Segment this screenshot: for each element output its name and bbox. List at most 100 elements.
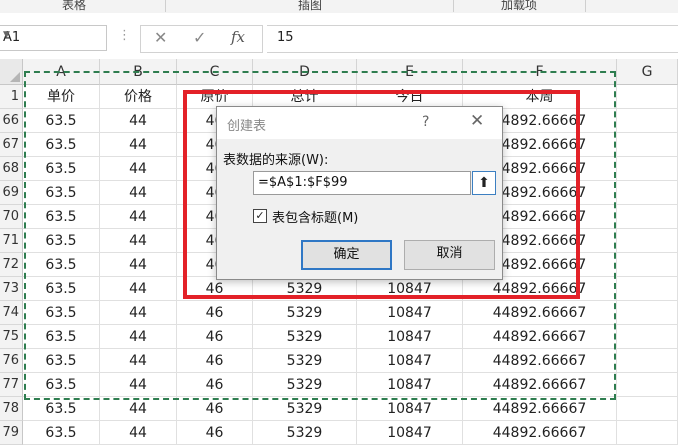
- row-header[interactable]: 75: [0, 325, 23, 349]
- table-cell[interactable]: 5329: [253, 349, 357, 373]
- row-header[interactable]: 72: [0, 253, 23, 277]
- table-cell[interactable]: [617, 277, 678, 301]
- table-cell[interactable]: 63.5: [23, 421, 100, 445]
- table-cell[interactable]: 63.5: [23, 373, 100, 397]
- table-cell[interactable]: 44892.66667: [463, 349, 617, 373]
- table-cell[interactable]: 10847: [357, 373, 463, 397]
- has-headers-label[interactable]: 表包含标题(M): [272, 207, 358, 226]
- table-cell[interactable]: [617, 325, 678, 349]
- header-cell[interactable]: [617, 85, 678, 109]
- table-cell[interactable]: 44: [100, 229, 177, 253]
- range-input[interactable]: =$A$1:$F$99: [253, 171, 471, 195]
- table-cell[interactable]: 63.5: [23, 253, 100, 277]
- table-cell[interactable]: 44: [100, 325, 177, 349]
- table-cell[interactable]: 63.5: [23, 157, 100, 181]
- table-cell[interactable]: 44892.66667: [463, 325, 617, 349]
- table-cell[interactable]: 44892.66667: [463, 397, 617, 421]
- row-header[interactable]: 78: [0, 397, 23, 421]
- table-cell[interactable]: 44: [100, 157, 177, 181]
- table-cell[interactable]: 44: [100, 133, 177, 157]
- table-cell[interactable]: 46: [177, 373, 253, 397]
- table-cell[interactable]: [617, 205, 678, 229]
- table-cell[interactable]: 63.5: [23, 301, 100, 325]
- table-cell[interactable]: 44: [100, 253, 177, 277]
- close-icon[interactable]: ✕: [470, 111, 484, 131]
- table-cell[interactable]: 63.5: [23, 397, 100, 421]
- table-cell[interactable]: 44: [100, 373, 177, 397]
- ok-button[interactable]: 确定: [301, 240, 392, 270]
- table-cell[interactable]: 46: [177, 421, 253, 445]
- table-cell[interactable]: [617, 397, 678, 421]
- table-cell[interactable]: 44: [100, 421, 177, 445]
- table-cell[interactable]: [617, 133, 678, 157]
- has-headers-checkbox[interactable]: ✓: [253, 209, 267, 223]
- column-header-a[interactable]: A: [23, 59, 100, 85]
- table-cell[interactable]: [617, 373, 678, 397]
- table-cell[interactable]: 5329: [253, 373, 357, 397]
- table-cell[interactable]: [617, 253, 678, 277]
- table-cell[interactable]: [617, 421, 678, 445]
- column-header-e[interactable]: E: [357, 59, 463, 85]
- table-cell[interactable]: 5329: [253, 397, 357, 421]
- column-header-g[interactable]: G: [617, 59, 678, 85]
- row-header[interactable]: 68: [0, 157, 23, 181]
- column-header-f[interactable]: F: [463, 59, 617, 85]
- table-cell[interactable]: 63.5: [23, 229, 100, 253]
- column-header-c[interactable]: C: [177, 59, 253, 85]
- cancel-button[interactable]: 取消: [404, 240, 495, 270]
- table-cell[interactable]: 10847: [357, 277, 463, 301]
- table-cell[interactable]: 63.5: [23, 349, 100, 373]
- table-cell[interactable]: [617, 301, 678, 325]
- table-cell[interactable]: [617, 109, 678, 133]
- row-header[interactable]: 76: [0, 349, 23, 373]
- row-header[interactable]: 67: [0, 133, 23, 157]
- row-header[interactable]: 71: [0, 229, 23, 253]
- column-header-d[interactable]: D: [253, 59, 357, 85]
- chevron-down-icon[interactable]: ▼: [3, 30, 100, 40]
- row-header[interactable]: 79: [0, 421, 23, 445]
- table-cell[interactable]: 63.5: [23, 205, 100, 229]
- table-cell[interactable]: [617, 157, 678, 181]
- row-header[interactable]: 1: [0, 85, 23, 109]
- row-header[interactable]: 73: [0, 277, 23, 301]
- formula-input[interactable]: 15: [267, 25, 678, 53]
- enter-icon[interactable]: ✓: [193, 28, 206, 47]
- row-header[interactable]: 70: [0, 205, 23, 229]
- table-cell[interactable]: 63.5: [23, 277, 100, 301]
- row-header[interactable]: 77: [0, 373, 23, 397]
- name-box[interactable]: A1 ▼: [0, 25, 107, 51]
- table-cell[interactable]: 10847: [357, 397, 463, 421]
- cancel-icon[interactable]: ✕: [154, 28, 167, 47]
- table-cell[interactable]: 44: [100, 205, 177, 229]
- table-cell[interactable]: 46: [177, 277, 253, 301]
- help-icon[interactable]: ?: [422, 114, 429, 130]
- header-cell[interactable]: 单价: [23, 85, 100, 109]
- table-cell[interactable]: 5329: [253, 277, 357, 301]
- table-cell[interactable]: 44: [100, 181, 177, 205]
- table-cell[interactable]: [617, 229, 678, 253]
- table-cell[interactable]: 63.5: [23, 325, 100, 349]
- insert-function-icon[interactable]: fx: [231, 28, 245, 46]
- table-cell[interactable]: 63.5: [23, 181, 100, 205]
- row-header[interactable]: 74: [0, 301, 23, 325]
- row-header[interactable]: 69: [0, 181, 23, 205]
- table-cell[interactable]: 10847: [357, 301, 463, 325]
- header-cell[interactable]: 价格: [100, 85, 177, 109]
- table-cell[interactable]: 44: [100, 349, 177, 373]
- table-cell[interactable]: 46: [177, 301, 253, 325]
- table-cell[interactable]: 5329: [253, 325, 357, 349]
- table-cell[interactable]: 46: [177, 397, 253, 421]
- table-cell[interactable]: 10847: [357, 349, 463, 373]
- table-cell[interactable]: [617, 181, 678, 205]
- table-cell[interactable]: 46: [177, 349, 253, 373]
- table-cell[interactable]: 44892.66667: [463, 421, 617, 445]
- more-options-icon[interactable]: ⋮: [118, 28, 131, 43]
- column-header-b[interactable]: B: [100, 59, 177, 85]
- table-cell[interactable]: 44: [100, 109, 177, 133]
- select-all-corner[interactable]: [0, 59, 23, 85]
- table-cell[interactable]: 44: [100, 397, 177, 421]
- table-cell[interactable]: 63.5: [23, 109, 100, 133]
- table-cell[interactable]: 44892.66667: [463, 373, 617, 397]
- table-cell[interactable]: 5329: [253, 301, 357, 325]
- table-cell[interactable]: 44892.66667: [463, 301, 617, 325]
